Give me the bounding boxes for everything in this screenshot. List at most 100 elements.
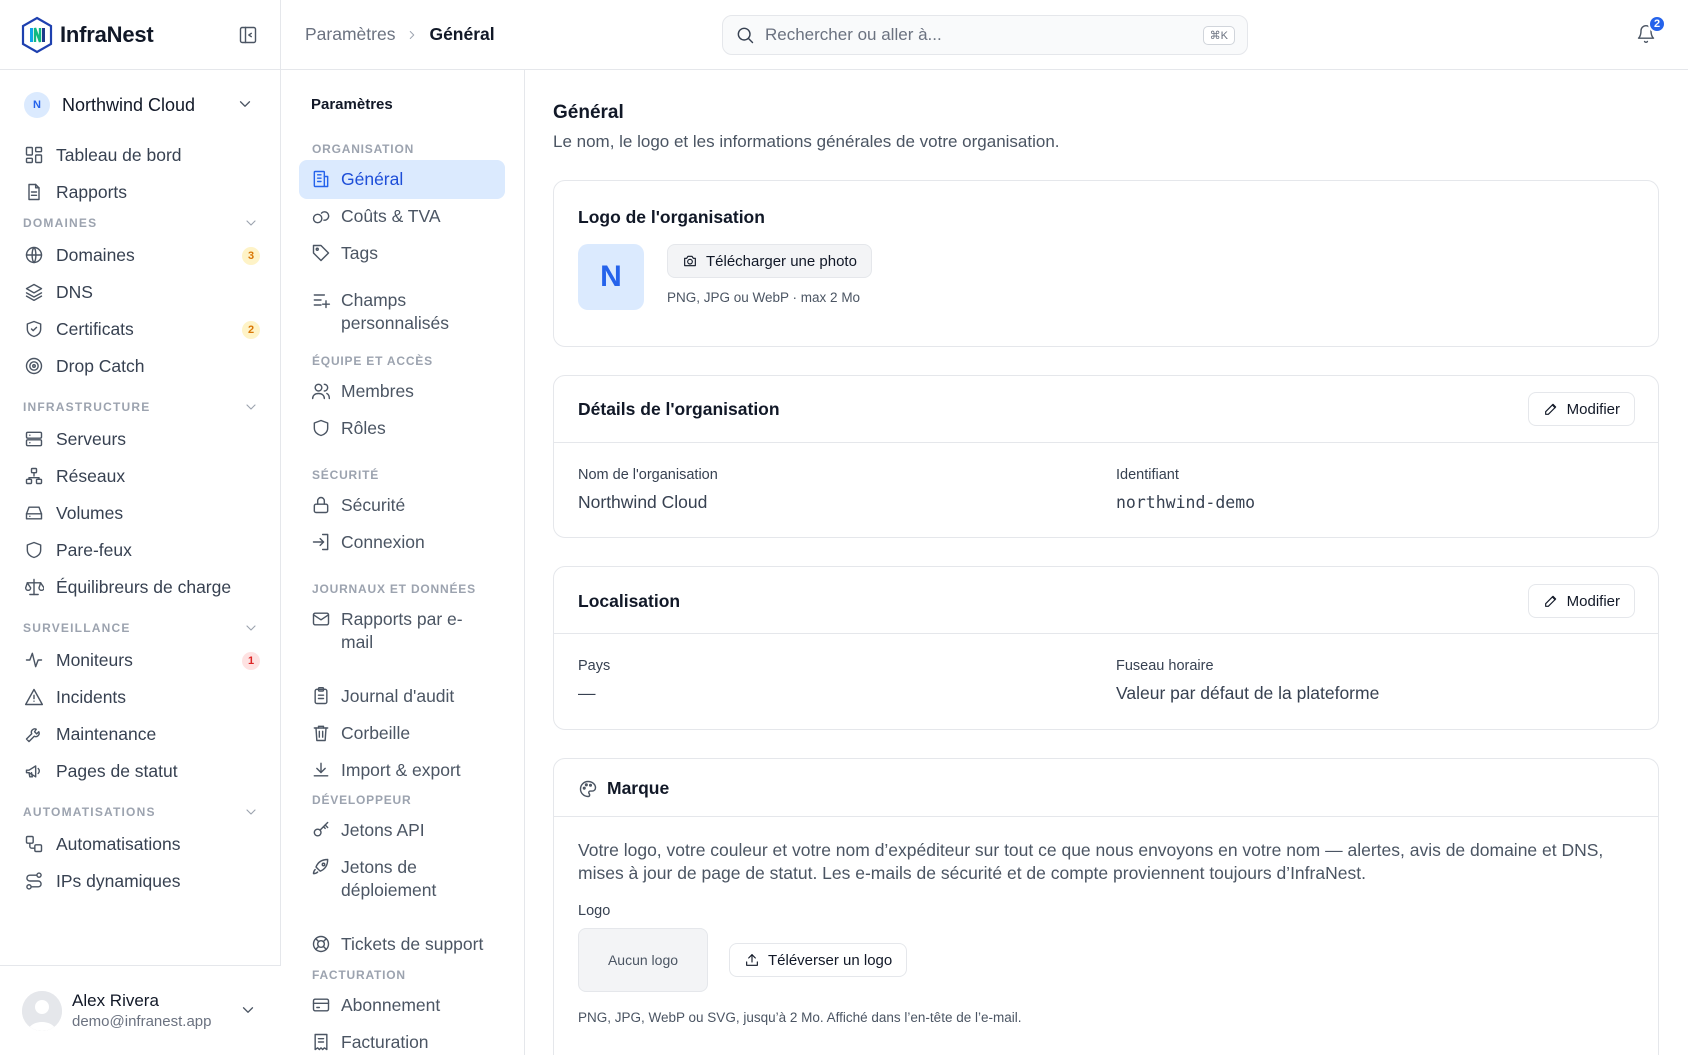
settings-item-label: Coûts & TVA <box>341 206 441 226</box>
sidebar-item-volumes[interactable]: Volumes <box>24 498 260 528</box>
settings-item-label-line: Rapports par e- <box>341 609 463 629</box>
page-subtitle: Le nom, le logo et les informations géné… <box>553 132 1060 151</box>
org-logo-avatar: N <box>578 244 644 310</box>
settings-item-couts-tva[interactable]: Coûts & TVA <box>299 197 505 236</box>
settings-item-import-export[interactable]: Import & export <box>299 751 505 790</box>
settings-item-label: Facturation <box>341 1032 429 1052</box>
settings-item-securite[interactable]: Sécurité <box>299 486 505 525</box>
sidebar-item-equilibreurs-de-charge[interactable]: Équilibreurs de charge <box>24 572 260 602</box>
timezone-label: Fuseau horaire <box>1116 658 1214 674</box>
breadcrumb-settings[interactable]: Paramètres <box>305 24 395 45</box>
shield-icon <box>26 541 42 559</box>
sidebar-section-infrastructure[interactable]: INFRASTRUCTURE <box>23 398 259 416</box>
chevron-down-icon <box>246 220 256 226</box>
sidebar-section-label: DOMAINES <box>23 216 98 230</box>
megaphone-icon <box>25 765 40 778</box>
sidebar-item-tableau-de-bord[interactable]: Tableau de bord <box>24 140 260 170</box>
settings-nav-title: Paramètres <box>311 96 393 113</box>
settings-item-abonnement[interactable]: Abonnement <box>299 986 505 1025</box>
tag-icon <box>312 244 330 262</box>
building-icon <box>313 170 329 188</box>
settings-item-jetons-de-deploiement[interactable]: Jetons de déploiement <box>299 848 505 910</box>
sidebar-item-certificats[interactable]: Certificats 2 <box>24 314 260 344</box>
sidebar-item-pages-de-statut[interactable]: Pages de statut <box>24 756 260 786</box>
localization-title: Localisation <box>578 591 681 611</box>
sidebar-item-domaines[interactable]: Domaines 3 <box>24 240 260 270</box>
search-input[interactable]: Rechercher ou aller à... ⌘K <box>722 15 1248 55</box>
settings-item-roles[interactable]: Rôles <box>299 409 505 448</box>
org-name: Northwind Cloud <box>62 94 196 115</box>
brand-description-line: mises à jour de page de statut. Les e-ma… <box>578 863 1366 883</box>
brand-logo-label: Logo <box>578 903 611 919</box>
settings-item-facturation[interactable]: Facturation <box>299 1023 505 1055</box>
search-icon <box>737 27 754 44</box>
settings-item-connexion[interactable]: Connexion <box>299 523 505 562</box>
brand-title: Marque <box>607 778 670 798</box>
org-logo-card-title: Logo de l'organisation <box>578 207 765 227</box>
settings-item-champs-personnalises[interactable]: Champs personnalisés <box>299 281 505 343</box>
globe-icon <box>25 246 43 264</box>
sidebar-collapse-icon[interactable] <box>238 25 258 45</box>
sidebar-item-dns[interactable]: DNS <box>24 277 260 307</box>
settings-item-tags[interactable]: Tags <box>299 234 505 273</box>
upload-photo-button[interactable]: Télécharger une photo <box>667 244 872 278</box>
sidebar-item-ips-dynamiques[interactable]: IPs dynamiques <box>24 866 260 896</box>
settings-item-label: Journal d'audit <box>341 686 455 706</box>
settings-item-general[interactable]: Général <box>299 160 505 199</box>
hard-drive-icon <box>25 506 43 520</box>
edit-label: Modifier <box>1566 592 1620 610</box>
settings-item-corbeille[interactable]: Corbeille <box>299 714 505 753</box>
org-switcher[interactable]: N Northwind Cloud <box>0 70 280 140</box>
settings-item-membres[interactable]: Membres <box>299 372 505 411</box>
settings-section-equipe-et-acces: ÉQUIPE ET ACCÈS <box>312 354 433 368</box>
sidebar-item-label: Certificats <box>56 318 134 339</box>
sidebar-item-pare-feux[interactable]: Pare-feux <box>24 535 260 565</box>
sidebar-item-serveurs[interactable]: Serveurs <box>24 424 260 454</box>
sidebar-item-rapports[interactable]: Rapports <box>24 177 260 207</box>
sidebar-section-domaines[interactable]: DOMAINES <box>23 214 259 232</box>
sidebar-item-drop-catch[interactable]: Drop Catch <box>24 351 260 381</box>
file-text-icon <box>28 183 40 201</box>
user-info: Alex Rivera demo@infranest.app <box>72 991 211 1030</box>
settings-nav: Paramètres ORGANISATION Général Coûts & TV… <box>281 70 525 1055</box>
chevron-down-icon <box>246 625 256 631</box>
notifications-button[interactable]: 2 <box>1636 15 1666 44</box>
upload-logo-button[interactable]: Téléverser un logo <box>729 943 908 977</box>
user-menu[interactable]: Alex Rivera demo@infranest.app <box>0 965 281 1055</box>
org-name-value: Northwind Cloud <box>578 492 708 512</box>
org-avatar: N <box>24 92 50 118</box>
sidebar-item-automatisations[interactable]: Automatisations <box>24 829 260 859</box>
settings-section-developpeur: DÉVELOPPEUR <box>312 793 412 807</box>
sidebar-section-automatisations[interactable]: AUTOMATISATIONS <box>23 803 259 821</box>
brand-logo-hint: PNG, JPG, WebP ou SVG, jusqu’à 2 Mo. Aff… <box>578 1010 1022 1025</box>
sidebar-item-moniteurs[interactable]: Moniteurs 1 <box>24 645 260 675</box>
settings-item-label: Sécurité <box>341 495 406 515</box>
sidebar-section-label: INFRASTRUCTURE <box>23 400 151 414</box>
chevron-down-icon <box>239 101 251 107</box>
route-icon <box>26 872 42 890</box>
divider <box>554 442 1658 443</box>
settings-item-label: Corbeille <box>341 723 411 743</box>
settings-item-tickets-de-support[interactable]: Tickets de support <box>299 925 505 964</box>
sidebar-item-label: Rapports <box>56 181 128 202</box>
settings-item-jetons-api[interactable]: Jetons API <box>299 811 505 850</box>
settings-item-label-line: déploiement <box>341 880 437 900</box>
chevron-down-icon <box>242 1007 254 1013</box>
chevron-down-icon <box>246 809 256 815</box>
receipt-icon <box>314 1033 328 1051</box>
palette-icon <box>579 780 597 798</box>
settings-item-label-line: mail <box>341 632 374 652</box>
sidebar-section-surveillance[interactable]: SURVEILLANCE <box>23 619 259 637</box>
sidebar-item-maintenance[interactable]: Maintenance <box>24 719 260 749</box>
edit-localization-button[interactable]: Modifier <box>1527 584 1635 618</box>
breadcrumb: Paramètres Général <box>305 24 495 45</box>
sidebar-item-reseaux[interactable]: Réseaux <box>24 461 260 491</box>
country-label: Pays <box>578 658 611 674</box>
settings-item-rapports-par-e-mail[interactable]: Rapports par e-mail <box>299 600 505 662</box>
search-shortcut: ⌘K <box>1202 25 1235 45</box>
coins-icon <box>312 211 330 224</box>
sidebar-item-incidents[interactable]: Incidents <box>24 682 260 712</box>
pencil-icon <box>1544 403 1556 415</box>
settings-item-journal-d-audit[interactable]: Journal d'audit <box>299 677 505 716</box>
edit-details-button[interactable]: Modifier <box>1527 392 1635 426</box>
